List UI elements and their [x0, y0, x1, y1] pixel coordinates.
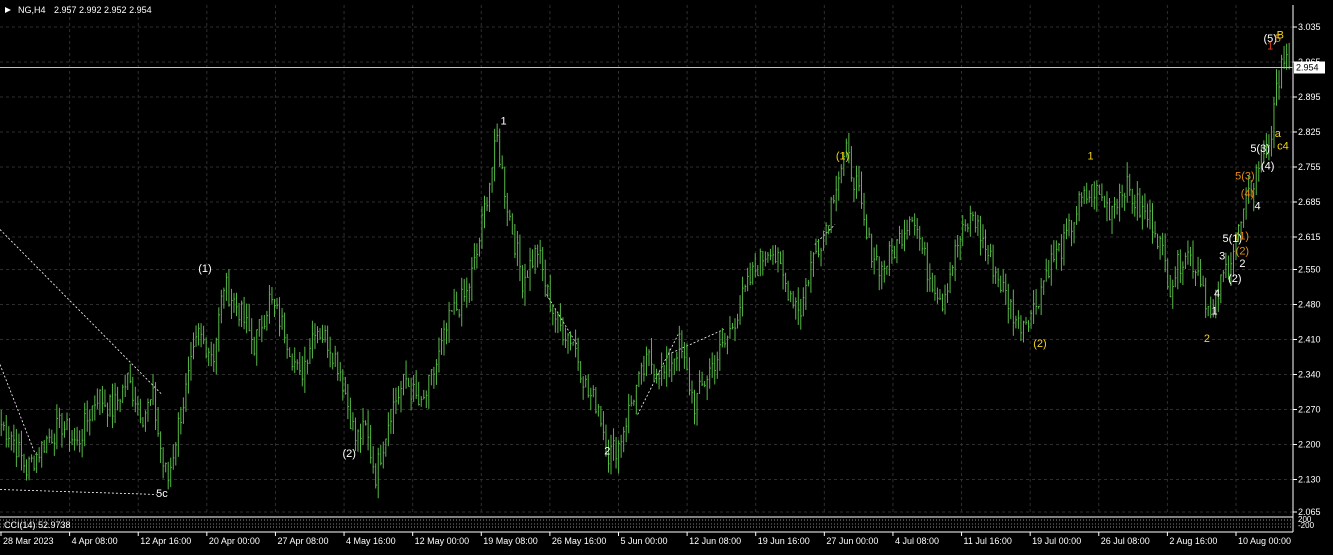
- wave-label: 2: [604, 446, 610, 458]
- y-tick-label: 2.755: [1298, 162, 1321, 172]
- y-tick-label: 2.825: [1298, 127, 1321, 137]
- x-tick-label: 27 Jun 00:00: [826, 536, 878, 546]
- wave-label: c4: [1277, 141, 1289, 153]
- x-tick-label: 12 May 00:00: [415, 536, 470, 546]
- y-tick-label: 2.685: [1298, 197, 1321, 207]
- x-tick-label: 20 Apr 00:00: [209, 536, 260, 546]
- y-tick-label: 2.340: [1298, 370, 1321, 380]
- y-tick-label: 2.410: [1298, 335, 1321, 345]
- wave-label: (2): [1033, 338, 1046, 350]
- wave-label: 1: [1267, 41, 1273, 53]
- ohlc-values: 2.957 2.992 2.952 2.954: [54, 5, 152, 15]
- y-tick-label: 2.200: [1298, 440, 1321, 450]
- wave-label: 1: [1088, 151, 1094, 163]
- symbol-label: NG,H4: [18, 5, 46, 15]
- wave-label: 4: [1214, 288, 1220, 300]
- wave-label: 2: [1239, 258, 1245, 270]
- wave-label: (2): [342, 448, 355, 460]
- wave-label: (2): [1228, 273, 1241, 285]
- wave-label: 4: [1255, 201, 1261, 213]
- y-tick-label: 2.895: [1298, 92, 1321, 102]
- wave-label: 5c: [156, 488, 168, 500]
- cci-tick-label: -200: [1298, 521, 1315, 530]
- chart-window[interactable]: 5c (1) (2) 1 2 (1) (2) 1 2 1 4 3 (2) 5(1) 2 (2) (1) 4 (4) 5…: [0, 0, 1333, 551]
- y-tick-label: 2.270: [1298, 405, 1321, 415]
- x-tick-label: 10 Aug 00:00: [1238, 536, 1291, 546]
- wave-label: (4): [1261, 161, 1274, 173]
- y-tick-label: 2.130: [1298, 475, 1321, 485]
- wave-label: (4): [1241, 188, 1254, 200]
- x-tick-label: 12 Apr 16:00: [140, 536, 191, 546]
- wave-label: (2): [1236, 246, 1249, 258]
- indicator-label: CCI(14) 52.9738: [4, 520, 71, 530]
- wave-label: 3: [1219, 251, 1225, 263]
- x-tick-label: 5 Jun 00:00: [621, 536, 668, 546]
- y-tick-label: 2.615: [1298, 232, 1321, 242]
- x-tick-label: 26 May 16:00: [552, 536, 607, 546]
- x-tick-label: 4 Jul 08:00: [895, 536, 939, 546]
- wave-label: B: [1277, 30, 1284, 42]
- wave-label: 1: [1211, 306, 1217, 318]
- x-tick-label: 19 Jun 16:00: [758, 536, 810, 546]
- x-tick-label: 12 Jun 08:00: [689, 536, 741, 546]
- x-tick-label: 27 Apr 08:00: [277, 536, 328, 546]
- x-tick-label: 4 Apr 08:00: [72, 536, 118, 546]
- y-tick-label: 2.480: [1298, 300, 1321, 310]
- wave-label: 5(3): [1250, 143, 1270, 155]
- wave-label: (1): [836, 151, 849, 163]
- wave-label: (1): [198, 263, 211, 275]
- wave-label: a: [1275, 128, 1282, 140]
- wave-label: 1: [500, 116, 506, 128]
- x-tick-label: 19 May 08:00: [483, 536, 538, 546]
- x-tick-label: 26 Jul 08:00: [1101, 536, 1150, 546]
- x-tick-label: 4 May 16:00: [346, 536, 396, 546]
- current-price-label: 2.954: [1296, 63, 1319, 73]
- wave-label: (1): [1236, 231, 1249, 243]
- x-tick-label: 11 Jul 16:00: [964, 536, 1012, 546]
- wave-label: 2: [1204, 333, 1210, 345]
- y-tick-label: 2.550: [1298, 265, 1321, 275]
- wave-label: 5(3): [1235, 171, 1255, 183]
- x-tick-label: 19 Jul 00:00: [1032, 536, 1081, 546]
- price-chart[interactable]: 5c(1)(2)12(1)(2)12143(2)5(1)2(2)(1)4(4)5…: [0, 0, 1333, 551]
- x-tick-label: 2 Aug 16:00: [1169, 536, 1217, 546]
- y-tick-label: 3.035: [1298, 22, 1321, 32]
- x-tick-label: 28 Mar 2023: [3, 536, 54, 546]
